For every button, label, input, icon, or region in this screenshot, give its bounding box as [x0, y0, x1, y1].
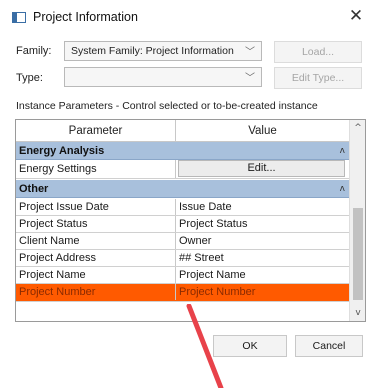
- annotation-arrow-line: [186, 304, 224, 388]
- title-bar: Project Information ✕: [0, 0, 376, 36]
- scroll-down-icon[interactable]: v: [350, 305, 365, 321]
- group-name: Other: [19, 183, 49, 195]
- table-row[interactable]: Energy Settings Edit...: [16, 160, 349, 179]
- family-dropdown-value: System Family: Project Information: [71, 45, 234, 57]
- parameter-cell: Project Name: [16, 267, 176, 283]
- value-cell[interactable]: Project Name: [176, 267, 349, 283]
- group-header-other[interactable]: Other ʌ: [16, 180, 349, 198]
- instance-parameters-caption: Instance Parameters - Control selected o…: [16, 100, 318, 112]
- edit-type-button[interactable]: Edit Type...: [274, 67, 362, 89]
- vertical-scrollbar[interactable]: ^ v: [349, 120, 365, 321]
- chevron-down-icon: ﹀: [245, 73, 255, 84]
- parameters-grid: Parameter Value Energy Analysis ʌ Energy…: [15, 119, 366, 322]
- table-row[interactable]: Project Issue Date Issue Date: [16, 199, 349, 216]
- table-row[interactable]: Project Name Project Name: [16, 267, 349, 284]
- value-cell[interactable]: Project Number: [176, 284, 349, 300]
- window-icon: [12, 12, 26, 23]
- table-row-project-number[interactable]: Project Number Project Number: [16, 284, 349, 302]
- type-dropdown[interactable]: ﹀: [64, 67, 262, 87]
- value-cell[interactable]: Owner: [176, 233, 349, 249]
- value-cell[interactable]: ## Street: [176, 250, 349, 266]
- parameter-cell: Energy Settings: [16, 160, 176, 178]
- chevron-down-icon: ﹀: [245, 47, 255, 58]
- collapse-icon[interactable]: ʌ: [340, 180, 345, 198]
- parameter-cell: Project Address: [16, 250, 176, 266]
- type-label: Type:: [16, 72, 43, 84]
- group-name: Energy Analysis: [19, 145, 105, 157]
- group-header-energy-analysis[interactable]: Energy Analysis ʌ: [16, 142, 349, 160]
- column-header-parameter[interactable]: Parameter: [16, 120, 176, 142]
- table-row[interactable]: Project Address ## Street: [16, 250, 349, 267]
- annotation-arrow: [186, 304, 224, 388]
- scroll-up-icon[interactable]: ^: [350, 120, 365, 136]
- collapse-icon[interactable]: ʌ: [340, 142, 345, 160]
- parameter-cell: Project Number: [16, 284, 176, 300]
- value-cell[interactable]: Project Status: [176, 216, 349, 232]
- table-row[interactable]: Project Status Project Status: [16, 216, 349, 233]
- load-button[interactable]: Load...: [274, 41, 362, 63]
- parameter-cell: Project Status: [16, 216, 176, 232]
- table-row[interactable]: Client Name Owner: [16, 233, 349, 250]
- close-icon[interactable]: ✕: [346, 6, 366, 26]
- value-cell: Edit...: [176, 160, 349, 178]
- scrollbar-thumb[interactable]: [353, 208, 363, 300]
- family-dropdown[interactable]: System Family: Project Information ﹀: [64, 41, 262, 61]
- parameter-cell: Client Name: [16, 233, 176, 249]
- window-title: Project Information: [33, 10, 138, 24]
- family-label: Family:: [16, 45, 52, 57]
- parameter-cell: Project Issue Date: [16, 199, 176, 215]
- parameters-table: Parameter Value Energy Analysis ʌ Energy…: [16, 120, 349, 321]
- value-cell[interactable]: Issue Date: [176, 199, 349, 215]
- column-header-value[interactable]: Value: [176, 120, 349, 142]
- cancel-button[interactable]: Cancel: [295, 335, 363, 357]
- edit-energy-settings-button[interactable]: Edit...: [178, 160, 345, 177]
